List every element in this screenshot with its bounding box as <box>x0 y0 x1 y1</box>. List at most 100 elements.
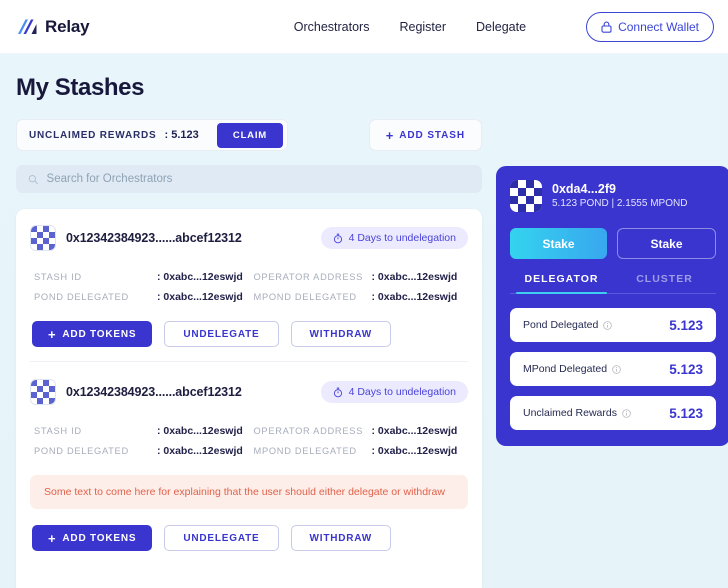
relay-logo-icon <box>16 18 38 36</box>
nav-link-register[interactable]: Register <box>399 20 446 34</box>
stash-header: 0x12342384923......abcef12312 4 Days to … <box>30 225 468 251</box>
tab-cluster[interactable]: CLUSTER <box>613 273 716 293</box>
connect-wallet-label: Connect Wallet <box>618 20 699 34</box>
search-input[interactable] <box>47 173 470 185</box>
checkerboard-identicon-icon <box>31 380 55 404</box>
sidebar-tabs: DELEGATOR CLUSTER <box>510 273 716 294</box>
meta-value-stash-id: : 0xabc...12eswjd <box>157 425 254 437</box>
undelegation-countdown-badge: 4 Days to undelegation <box>321 227 468 249</box>
add-stash-label: ADD STASH <box>399 130 465 141</box>
checkerboard-identicon-icon <box>31 226 55 250</box>
tab-delegator[interactable]: DELEGATOR <box>510 273 613 293</box>
meta-key-stash-id: STASH ID <box>34 426 157 436</box>
stash-identicon-avatar <box>30 225 56 251</box>
account-summary: 0xda4...2f9 5.123 POND | 2.1555 MPOND <box>510 180 716 212</box>
meta-value-pond-delegated: : 0xabc...12eswjd <box>157 445 254 457</box>
withdraw-button[interactable]: WITHDRAW <box>291 321 392 347</box>
sidebar-stats: Pond Delegated 5.123 MPond Delegated <box>510 308 716 430</box>
search-bar[interactable] <box>16 165 482 193</box>
main-nav: Orchestrators Register Delegate Connect … <box>294 12 714 42</box>
page-title: My Stashes <box>16 74 482 102</box>
stat-value-unclaimed-rewards: 5.123 <box>669 406 703 421</box>
stash-card: 0x12342384923......abcef12312 4 Days to … <box>30 225 468 361</box>
account-balance: 5.123 POND | 2.1555 MPOND <box>552 197 687 211</box>
stake-primary-button[interactable]: Stake <box>510 228 607 259</box>
stat-label-unclaimed-rewards: Unclaimed Rewards <box>523 407 617 419</box>
meta-key-mpond-delegated: MPOND DELEGATED <box>254 446 372 456</box>
unclaimed-rewards-card: UNCLAIMED REWARDS : 5.123 CLAIM <box>16 119 288 151</box>
undelegate-button[interactable]: UNDELEGATE <box>164 525 278 551</box>
main-column: My Stashes UNCLAIMED REWARDS : 5.123 CLA… <box>16 74 482 588</box>
stat-row-unclaimed-rewards: Unclaimed Rewards 5.123 <box>510 396 716 430</box>
lock-icon <box>601 21 612 33</box>
meta-key-stash-id: STASH ID <box>34 272 157 282</box>
info-icon[interactable] <box>603 321 612 330</box>
stash-card: 0x12342384923......abcef12312 4 Days to … <box>30 361 468 565</box>
stash-actions: + ADD TOKENS UNDELEGATE WITHDRAW <box>30 321 468 347</box>
stat-label-mpond-delegated: MPond Delegated <box>523 363 607 375</box>
account-sidebar: 0xda4...2f9 5.123 POND | 2.1555 MPOND St… <box>496 166 728 446</box>
rewards-toolbar: UNCLAIMED REWARDS : 5.123 CLAIM + ADD ST… <box>16 119 482 151</box>
stash-header: 0x12342384923......abcef12312 4 Days to … <box>30 379 468 405</box>
nav-link-delegate[interactable]: Delegate <box>476 20 526 34</box>
stash-address: 0x12342384923......abcef12312 <box>66 385 242 399</box>
brand-name: Relay <box>45 17 89 37</box>
account-identicon-avatar <box>510 180 542 212</box>
stash-actions: + ADD TOKENS UNDELEGATE WITHDRAW <box>30 525 468 551</box>
plus-icon: + <box>48 328 56 341</box>
claim-button[interactable]: CLAIM <box>217 123 283 148</box>
add-tokens-button[interactable]: + ADD TOKENS <box>32 525 152 551</box>
nav-link-orchestrators[interactable]: Orchestrators <box>294 20 370 34</box>
brand-logo[interactable]: Relay <box>16 17 89 37</box>
timer-icon <box>333 387 343 398</box>
search-icon <box>28 174 39 185</box>
add-tokens-label: ADD TOKENS <box>62 329 136 340</box>
stat-label-wrapper: MPond Delegated <box>523 363 621 375</box>
app-root: Relay Orchestrators Register Delegate Co… <box>0 0 728 588</box>
stash-address: 0x12342384923......abcef12312 <box>66 231 242 245</box>
undelegate-button[interactable]: UNDELEGATE <box>164 321 278 347</box>
stash-meta-grid: STASH ID : 0xabc...12eswjd OPERATOR ADDR… <box>30 425 468 457</box>
meta-key-mpond-delegated: MPOND DELEGATED <box>254 292 372 302</box>
stash-list-panel: 0x12342384923......abcef12312 4 Days to … <box>16 209 482 588</box>
stake-button-row: Stake Stake <box>510 228 716 259</box>
meta-value-stash-id: : 0xabc...12eswjd <box>157 271 254 283</box>
stat-value-pond-delegated: 5.123 <box>669 318 703 333</box>
stat-row-mpond-delegated: MPond Delegated 5.123 <box>510 352 716 386</box>
stat-label-pond-delegated: Pond Delegated <box>523 319 598 331</box>
withdraw-button[interactable]: WITHDRAW <box>291 525 392 551</box>
meta-key-operator-address: OPERATOR ADDRESS <box>254 272 372 282</box>
stash-identicon-avatar <box>30 379 56 405</box>
info-icon[interactable] <box>622 409 631 418</box>
stash-alert-message: Some text to come here for explaining th… <box>30 475 468 509</box>
add-tokens-label: ADD TOKENS <box>62 533 136 544</box>
checkerboard-identicon-icon <box>510 180 542 212</box>
undelegation-badge-label: 4 Days to undelegation <box>349 386 456 398</box>
account-text-block: 0xda4...2f9 5.123 POND | 2.1555 MPOND <box>552 181 687 212</box>
timer-icon <box>333 233 343 244</box>
meta-value-operator-address: : 0xabc...12eswjd <box>372 425 469 437</box>
meta-key-operator-address: OPERATOR ADDRESS <box>254 426 372 436</box>
meta-value-mpond-delegated: : 0xabc...12eswjd <box>372 445 469 457</box>
page-body: My Stashes UNCLAIMED REWARDS : 5.123 CLA… <box>0 54 728 588</box>
info-icon[interactable] <box>612 365 621 374</box>
stat-row-pond-delegated: Pond Delegated 5.123 <box>510 308 716 342</box>
meta-key-pond-delegated: POND DELEGATED <box>34 292 157 302</box>
meta-value-mpond-delegated: : 0xabc...12eswjd <box>372 291 469 303</box>
top-navbar: Relay Orchestrators Register Delegate Co… <box>0 0 728 54</box>
account-address: 0xda4...2f9 <box>552 181 687 198</box>
undelegation-badge-label: 4 Days to undelegation <box>349 232 456 244</box>
connect-wallet-button[interactable]: Connect Wallet <box>586 12 714 42</box>
plus-icon: + <box>386 129 395 142</box>
meta-key-pond-delegated: POND DELEGATED <box>34 446 157 456</box>
unclaimed-rewards-value: : 5.123 <box>165 129 199 141</box>
undelegation-countdown-badge: 4 Days to undelegation <box>321 381 468 403</box>
stat-label-wrapper: Pond Delegated <box>523 319 612 331</box>
plus-icon: + <box>48 532 56 545</box>
stat-value-mpond-delegated: 5.123 <box>669 362 703 377</box>
add-stash-button[interactable]: + ADD STASH <box>369 119 482 151</box>
meta-value-pond-delegated: : 0xabc...12eswjd <box>157 291 254 303</box>
stat-label-wrapper: Unclaimed Rewards <box>523 407 631 419</box>
stake-secondary-button[interactable]: Stake <box>617 228 716 259</box>
add-tokens-button[interactable]: + ADD TOKENS <box>32 321 152 347</box>
